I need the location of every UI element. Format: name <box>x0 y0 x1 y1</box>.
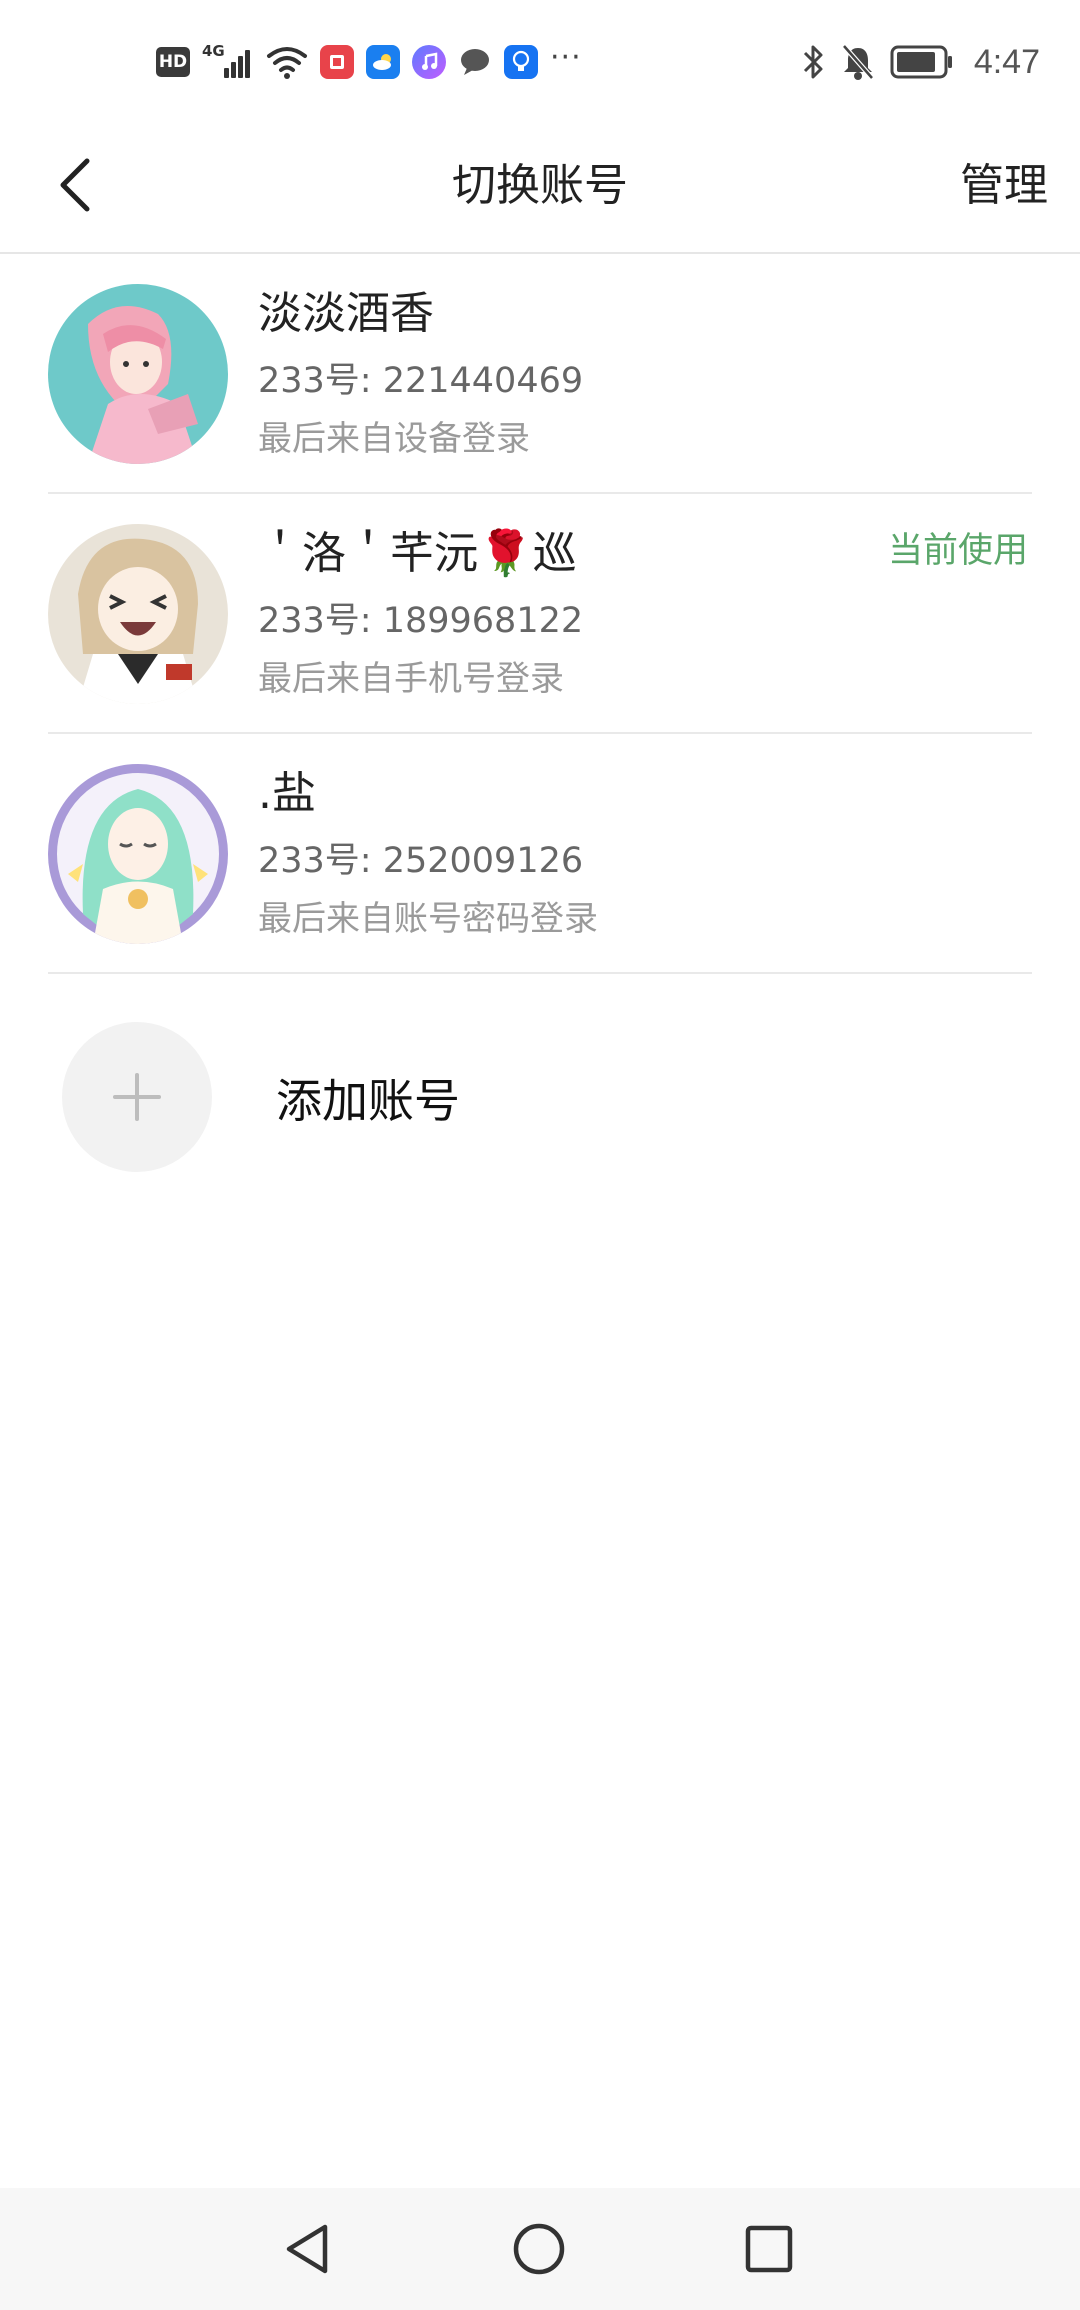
app-header: 切换账号 管理 <box>0 120 1080 254</box>
network-type-label: 4G <box>202 42 225 60</box>
wifi-icon <box>267 47 307 79</box>
account-item[interactable]: ＇洛＇芊沅🌹巡 当前使用 233号: 189968122 最后来自手机号登录 <box>0 494 1080 734</box>
account-item[interactable]: 淡淡酒香 233号: 221440469 最后来自设备登录 <box>0 254 1080 494</box>
page-title: 切换账号 <box>452 160 628 211</box>
status-bar-left: HD 4G ··· <box>156 40 582 84</box>
circle-home-icon <box>513 2223 565 2275</box>
chat-app-icon <box>458 45 492 79</box>
account-id: 233号: 221440469 <box>258 361 584 401</box>
account-name: 淡淡酒香 <box>258 288 434 339</box>
account-login-source: 最后来自账号密码登录 <box>258 899 598 939</box>
nav-recents-button[interactable] <box>734 2214 804 2284</box>
divider <box>48 972 1032 974</box>
square-recents-icon <box>745 2225 793 2273</box>
add-account-button[interactable]: 添加账号 <box>0 1010 1080 1190</box>
account-name: .盐 <box>258 768 316 819</box>
add-account-circle <box>62 1022 212 1172</box>
account-login-source: 最后来自设备登录 <box>258 419 530 459</box>
system-nav-bar <box>0 2188 1080 2310</box>
music-app-icon <box>412 45 446 79</box>
account-id: 233号: 252009126 <box>258 841 584 881</box>
status-bar-right: 4:47 <box>800 38 1040 86</box>
laughing-girl-avatar <box>48 524 228 704</box>
triangle-back-icon <box>286 2224 328 2274</box>
bulb-app-icon <box>504 45 538 79</box>
account-login-source: 最后来自手机号登录 <box>258 659 564 699</box>
bluetooth-icon <box>803 45 823 79</box>
account-id: 233号: 189968122 <box>258 601 584 641</box>
hd-icon: HD <box>156 47 190 77</box>
account-name: ＇洛＇芊沅🌹巡 <box>258 528 577 579</box>
add-account-label: 添加账号 <box>276 1074 460 1128</box>
account-list: 淡淡酒香 233号: 221440469 最后来自设备登录 ＇洛＇芊沅🌹巡 当前… <box>0 254 1080 974</box>
weather-app-icon <box>366 45 400 79</box>
green-hair-girl-avatar <box>48 764 228 944</box>
mute-bell-icon <box>841 44 874 80</box>
manage-button[interactable]: 管理 <box>960 146 1048 226</box>
plus-icon <box>113 1073 161 1121</box>
clock: 4:47 <box>973 42 1040 81</box>
nav-back-button[interactable] <box>272 2214 342 2284</box>
status-bar: HD 4G ··· 4:47 <box>0 0 1080 120</box>
signal-icon: 4G <box>202 42 254 82</box>
current-account-badge: 当前使用 <box>887 531 1028 571</box>
nav-home-button[interactable] <box>504 2214 574 2284</box>
account-item[interactable]: .盐 233号: 252009126 最后来自账号密码登录 <box>0 734 1080 974</box>
red-app-icon <box>320 45 354 79</box>
battery-icon <box>890 45 952 79</box>
more-notifications-icon: ··· <box>550 39 582 75</box>
pink-hair-girl-avatar <box>48 284 228 464</box>
